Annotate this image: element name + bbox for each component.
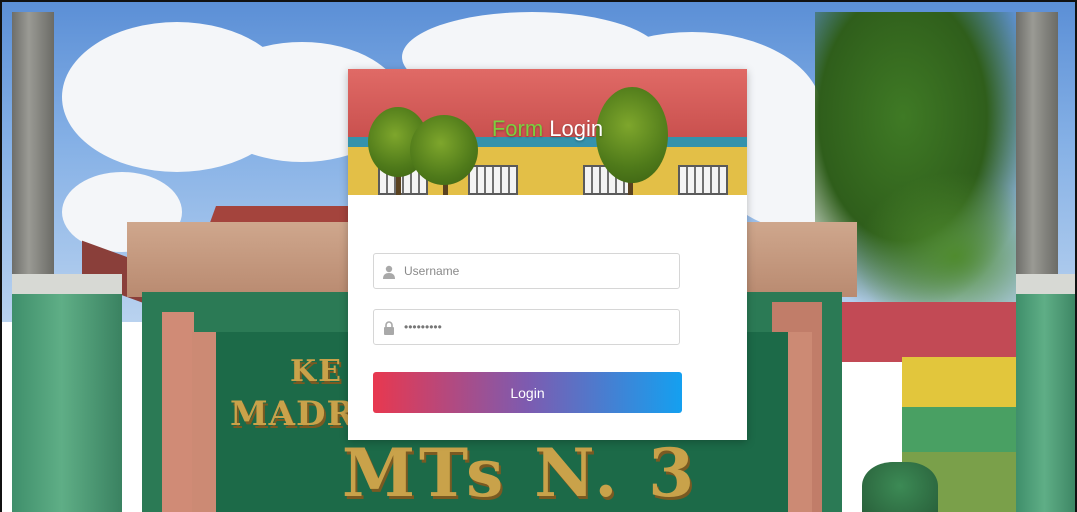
gate-pillar-left <box>12 294 122 512</box>
header-window <box>678 165 728 195</box>
password-field[interactable] <box>373 309 680 345</box>
sign-text-line1: KE <box>290 354 343 389</box>
pillar-cap <box>1016 274 1075 296</box>
gate-pillar-right <box>1016 294 1075 512</box>
plant-pot <box>862 462 938 512</box>
login-button[interactable]: Login <box>373 372 682 413</box>
concrete-pole-left <box>12 12 54 282</box>
username-input[interactable] <box>404 256 664 286</box>
login-title-accent: Form <box>491 116 544 141</box>
password-input[interactable] <box>404 312 664 342</box>
sign-frame <box>162 312 194 512</box>
login-card-header: Form Login <box>348 69 747 195</box>
lock-icon <box>382 320 396 335</box>
login-page: KE MADRA MTs N. 3 Form Login Username ••… <box>0 0 1077 512</box>
building-roof <box>842 302 1042 362</box>
login-title-main: Login <box>549 116 604 141</box>
username-field[interactable] <box>373 253 680 289</box>
pillar-cap <box>12 274 122 296</box>
header-window <box>468 165 518 195</box>
user-icon <box>382 264 396 279</box>
concrete-pole-right <box>1016 12 1058 282</box>
sign-text-line3: MTs N. 3 <box>342 434 699 512</box>
login-card: Form Login Login <box>348 69 747 440</box>
login-title: Form Login <box>348 116 747 142</box>
building-wall <box>902 357 1032 412</box>
building-wall <box>902 407 1032 452</box>
